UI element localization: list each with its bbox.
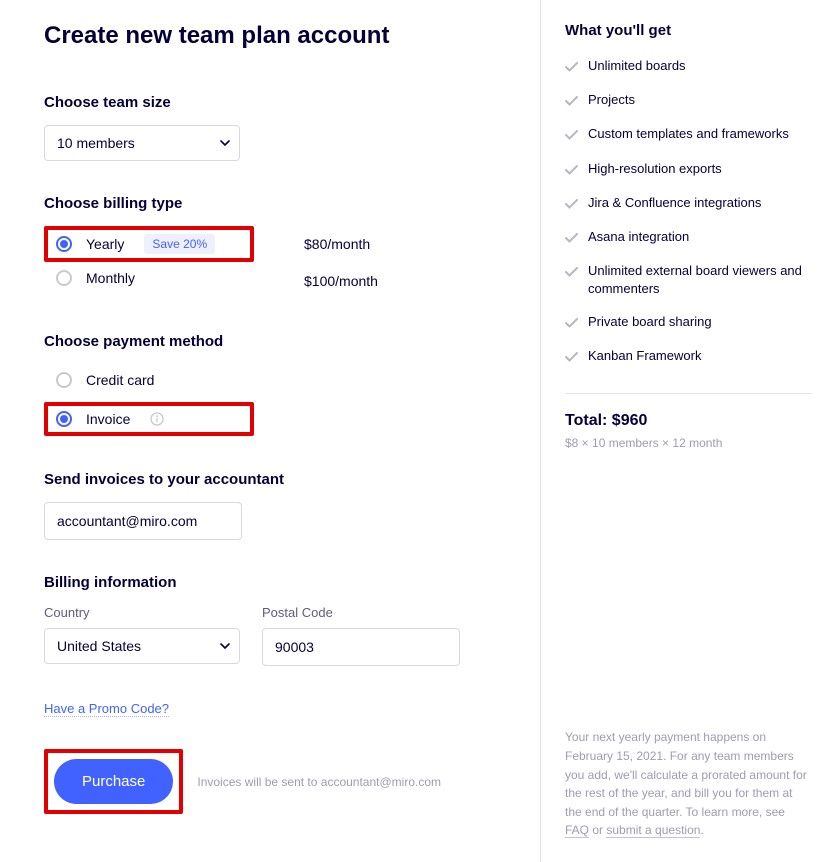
sidebar-title: What you'll get [565,22,812,39]
billing-monthly-radio[interactable]: Monthly [56,270,242,286]
list-item: Private board sharing [565,313,812,333]
submit-question-link[interactable]: submit a question [606,823,700,838]
list-item: Asana integration [565,228,812,248]
billing-yearly-label: Yearly [86,236,124,252]
billing-yearly-radio[interactable]: Yearly Save 20% [56,234,242,254]
radio-dot-icon [56,411,72,427]
check-icon [565,59,578,77]
total: Total: $960 [565,412,812,430]
list-item: Unlimited boards [565,57,812,77]
promo-link[interactable]: Have a Promo Code? [44,701,169,717]
check-icon [565,93,578,111]
check-icon [565,264,578,282]
purchase-button[interactable]: Purchase [54,759,173,804]
list-item: Jira & Confluence integrations [565,194,812,214]
footer-note: Your next yearly payment happens on Febr… [565,728,812,840]
check-icon [565,230,578,248]
list-item: Kanban Framework [565,347,812,367]
check-icon [565,127,578,145]
faq-link[interactable]: FAQ [565,823,589,838]
list-item: Projects [565,91,812,111]
check-icon [565,349,578,367]
team-size-label: Choose team size [44,94,508,111]
check-icon [565,162,578,180]
invoice-email-label: Send invoices to your accountant [44,471,508,488]
billing-monthly-label: Monthly [86,270,135,286]
check-icon [565,196,578,214]
check-icon [565,315,578,333]
info-icon [150,412,164,426]
postal-label: Postal Code [262,605,460,620]
billing-type-label: Choose billing type [44,195,508,212]
payment-credit-label: Credit card [86,372,154,388]
radio-dot-icon [56,236,72,252]
feature-list: Unlimited boards Projects Custom templat… [565,57,812,381]
invoice-email-input[interactable] [44,502,242,540]
total-breakdown: $8 × 10 members × 12 month [565,436,812,450]
radio-dot-icon [56,270,72,286]
radio-dot-icon [56,372,72,388]
list-item: High-resolution exports [565,160,812,180]
invoice-note: Invoices will be sent to accountant@miro… [197,775,441,789]
country-label: Country [44,605,240,620]
list-item: Unlimited external board viewers and com… [565,262,812,298]
divider [565,393,812,394]
monthly-price: $100/month [304,273,378,289]
payment-invoice-label: Invoice [86,411,130,427]
page-title: Create new team plan account [44,22,508,50]
yearly-price: $80/month [304,236,370,252]
list-item: Custom templates and frameworks [565,125,812,145]
billing-info-label: Billing information [44,574,508,591]
team-size-select[interactable]: 10 members [44,125,240,161]
payment-method-label: Choose payment method [44,333,508,350]
postal-input[interactable] [262,628,460,666]
save-badge: Save 20% [144,234,215,254]
payment-invoice-radio[interactable]: Invoice [56,411,242,427]
country-select[interactable]: United States [44,628,240,664]
payment-credit-radio[interactable]: Credit card [56,372,242,388]
